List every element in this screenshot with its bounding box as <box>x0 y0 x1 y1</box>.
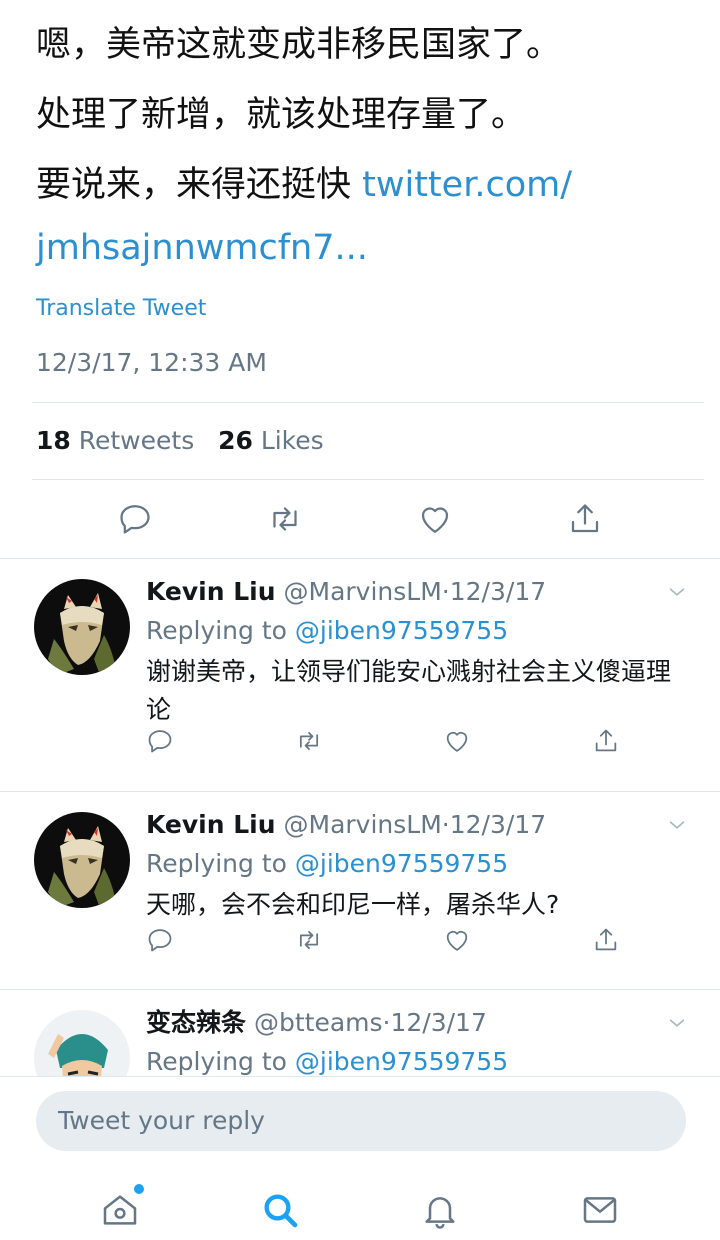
heart-icon[interactable] <box>417 501 453 537</box>
retweet-icon[interactable] <box>295 727 323 755</box>
reply-date: 12/3/17 <box>449 577 547 606</box>
avatar[interactable] <box>34 812 130 908</box>
mail-icon <box>583 1197 617 1223</box>
tab-search[interactable] <box>260 1190 300 1234</box>
home-icon <box>103 1195 137 1225</box>
heart-icon[interactable] <box>443 926 471 954</box>
retweet-icon[interactable] <box>267 501 303 537</box>
search-icon <box>264 1194 298 1228</box>
retweet-icon[interactable] <box>295 926 323 954</box>
tweet-text: 要说来，来得还挺快 <box>36 165 363 205</box>
tweet-content: 嗯，美帝这就变成非移民国家了。 处理了新增，就该处理存量了。 要说来，来得还挺快… <box>0 10 720 384</box>
chevron-down-icon[interactable] <box>666 1012 688 1034</box>
author-name[interactable]: 变态辣条 <box>146 1008 246 1037</box>
tweet-text-line: 要说来，来得还挺快 twitter.com/ <box>36 150 684 220</box>
reply-header: Kevin Liu @MarvinsLM·12/3/17 <box>146 806 690 844</box>
replying-handle[interactable]: @jiben97559755 <box>295 1047 508 1076</box>
tweet-text-line: 嗯，美帝这就变成非移民国家了。 <box>36 25 562 65</box>
tab-home[interactable] <box>100 1184 144 1234</box>
reply-icon[interactable] <box>146 727 174 755</box>
reply-icon[interactable] <box>117 501 153 537</box>
replying-to: Replying to @jiben97559755 <box>146 844 690 884</box>
tab-notifications[interactable] <box>420 1190 460 1234</box>
notification-dot <box>134 1184 144 1194</box>
reply-text: 天哪，会不会和印尼一样，屠杀华人? <box>146 890 560 919</box>
reply-text: 谢谢美帝，让领导们能安心溅射社会主义傻逼理论 <box>146 657 672 724</box>
replying-to: Replying to @jiben97559755 <box>146 611 690 651</box>
replying-prefix: Replying to <box>146 1047 295 1076</box>
reply-body: Kevin Liu @MarvinsLM·12/3/17 Replying to… <box>146 573 690 729</box>
share-icon[interactable] <box>592 926 620 954</box>
reply-header: 变态辣条 @btteams·12/3/17 <box>146 1004 690 1042</box>
separator-dot: · <box>441 810 450 839</box>
retweets-count[interactable]: 18 <box>36 426 71 455</box>
reply-item[interactable]: Kevin Liu @MarvinsLM·12/3/17 Replying to… <box>0 792 720 990</box>
bell-icon <box>425 1197 455 1229</box>
reply-body: 变态辣条 @btteams·12/3/17 Replying to @jiben… <box>146 1004 690 1082</box>
chevron-down-icon[interactable] <box>666 581 688 603</box>
tweet-text-line: 处理了新增，就该处理存量了。 <box>36 95 527 135</box>
replying-handle[interactable]: @jiben97559755 <box>295 616 508 645</box>
tweet-link[interactable]: twitter.com/ <box>362 165 572 205</box>
tweet-stats: 18 Retweets 26 Likes <box>0 403 720 479</box>
reply-header: Kevin Liu @MarvinsLM·12/3/17 <box>146 573 690 611</box>
author-handle[interactable]: @btteams <box>254 1008 383 1037</box>
chevron-down-icon[interactable] <box>666 814 688 836</box>
likes-count[interactable]: 26 <box>218 426 253 455</box>
translate-tweet-link[interactable]: Translate Tweet <box>36 296 684 330</box>
tab-bar <box>0 1177 720 1240</box>
reply-actions <box>146 727 620 755</box>
tab-messages[interactable] <box>580 1190 620 1234</box>
reply-date: 12/3/17 <box>390 1008 487 1037</box>
replying-handle[interactable]: @jiben97559755 <box>295 849 508 878</box>
reply-icon[interactable] <box>146 926 174 954</box>
tweet-link[interactable]: jmhsajnnwmcfn7... <box>36 220 684 276</box>
reply-body: Kevin Liu @MarvinsLM·12/3/17 Replying to… <box>146 806 690 924</box>
retweets-label[interactable]: Retweets <box>79 426 194 455</box>
avatar[interactable] <box>34 1010 130 1084</box>
likes-label[interactable]: Likes <box>261 426 324 455</box>
share-icon[interactable] <box>592 727 620 755</box>
tweet-actions <box>0 480 720 558</box>
reply-item[interactable]: 变态辣条 @btteams·12/3/17 Replying to @jiben… <box>0 990 720 1084</box>
author-handle[interactable]: @MarvinsLM <box>284 577 442 606</box>
tweet-timestamp: 12/3/17, 12:33 AM <box>36 348 267 377</box>
reply-item[interactable]: Kevin Liu @MarvinsLM·12/3/17 Replying to… <box>0 559 720 792</box>
author-name[interactable]: Kevin Liu <box>146 577 276 606</box>
reply-actions <box>146 926 620 954</box>
share-icon[interactable] <box>567 501 603 537</box>
avatar[interactable] <box>34 579 130 675</box>
bottom-bar: Tweet your reply <box>0 1076 720 1240</box>
replying-prefix: Replying to <box>146 616 295 645</box>
separator-dot: · <box>441 577 450 606</box>
heart-icon[interactable] <box>443 727 471 755</box>
author-name[interactable]: Kevin Liu <box>146 810 276 839</box>
reply-date: 12/3/17 <box>449 810 547 839</box>
replying-prefix: Replying to <box>146 849 295 878</box>
author-handle[interactable]: @MarvinsLM <box>284 810 442 839</box>
tweet-reply-input[interactable]: Tweet your reply <box>36 1091 686 1151</box>
